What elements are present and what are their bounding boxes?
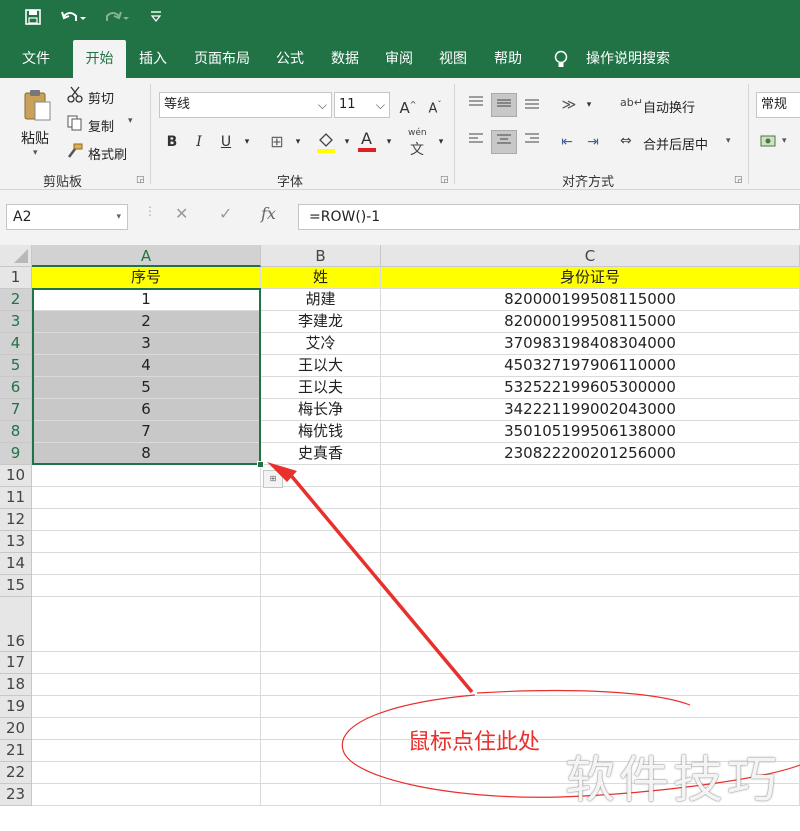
- annotation-overlay: [267, 462, 800, 798]
- annotation-arrow: [287, 471, 474, 694]
- annotation-ellipse-top: [476, 689, 691, 706]
- annotation-text: 鼠标点住此处: [408, 730, 541, 755]
- watermark: 软件技巧: [565, 751, 781, 809]
